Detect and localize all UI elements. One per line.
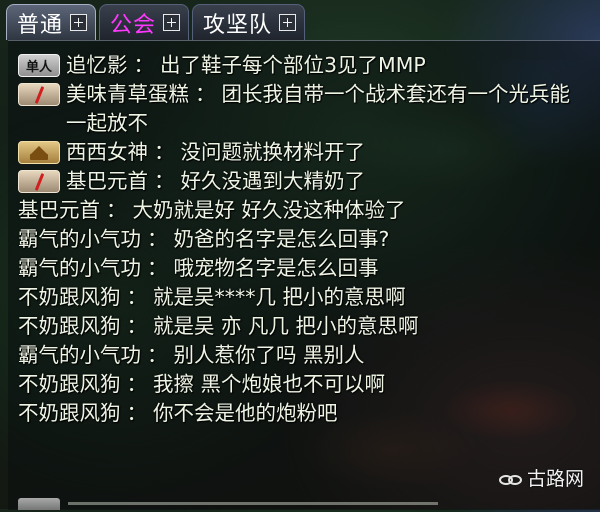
chat-message: 霸气的小气功：哦宠物名字是怎么回事 (18, 254, 600, 283)
message-separator: ： (154, 140, 175, 164)
tab-normal[interactable]: 普通 (6, 4, 97, 40)
chat-message: 单人 追忆影：出了鞋子每个部位3见了MMP (18, 51, 600, 80)
message-body: 美味青草蛋糕：团长我自带一个战术套还有一个光兵能一起放不 (66, 80, 576, 138)
message-sender[interactable]: 追忆影 (66, 53, 128, 77)
message-content: 好久没遇到大精奶了 (180, 169, 366, 193)
message-sender[interactable]: 基巴元首 (18, 198, 100, 222)
slash-icon (32, 174, 46, 190)
message-body: 不奶跟风狗：我擦 黑个炮娘也不可以啊 (18, 370, 385, 399)
message-sender[interactable]: 不奶跟风狗 (18, 372, 121, 396)
plus-icon[interactable] (163, 14, 181, 31)
plus-icon[interactable] (279, 14, 297, 31)
message-content: 大奶就是好 好久没这种体验了 (132, 198, 406, 222)
message-separator: ： (147, 343, 168, 367)
solo-badge: 单人 (18, 54, 60, 77)
message-body: 霸气的小气功：别人惹你了吗 黑别人 (18, 341, 365, 370)
message-content: 别人惹你了吗 黑别人 (173, 343, 365, 367)
message-separator: ： (126, 372, 148, 396)
message-body: 不奶跟风狗：就是吴 亦 凡几 把小的意思啊 (18, 312, 419, 341)
message-body: 基巴元首：好久没遇到大精奶了 (66, 167, 365, 196)
crown-icon (30, 145, 48, 160)
chat-message: 不奶跟风狗：我擦 黑个炮娘也不可以啊 (18, 370, 600, 399)
tab-raid-party-label: 攻坚队 (203, 12, 273, 38)
message-sender[interactable]: 基巴元首 (66, 169, 148, 193)
message-content: 我擦 黑个炮娘也不可以啊 (153, 372, 386, 396)
message-body: 追忆影：出了鞋子每个部位3见了MMP (66, 51, 426, 80)
message-sender[interactable]: 美味青草蛋糕 (66, 82, 189, 106)
message-sender[interactable]: 霸气的小气功 (18, 227, 141, 251)
message-separator: ： (126, 314, 148, 338)
chat-message: 基巴元首：好久没遇到大精奶了 (18, 167, 600, 196)
chat-panel[interactable]: 单人 追忆影：出了鞋子每个部位3见了MMP 美味青草蛋糕：团长我自带一个战术套还… (8, 40, 600, 510)
team-badge (18, 170, 60, 193)
chat-message: 不奶跟风狗：就是吴 亦 凡几 把小的意思啊 (18, 312, 600, 341)
chat-message-list: 单人 追忆影：出了鞋子每个部位3见了MMP 美味青草蛋糕：团长我自带一个战术套还… (18, 51, 600, 428)
message-sender[interactable]: 不奶跟风狗 (18, 314, 121, 338)
chat-message: 不奶跟风狗：你不会是他的炮粉吧 (18, 399, 600, 428)
chat-message: 基巴元首：大奶就是好 好久没这种体验了 (18, 196, 600, 225)
message-separator: ： (106, 198, 127, 222)
message-separator: ： (147, 256, 168, 280)
tab-guild-label: 公会 (110, 12, 157, 38)
message-separator: ： (195, 82, 216, 106)
message-content: 哦宠物名字是怎么回事 (173, 256, 379, 280)
message-sender[interactable]: 霸气的小气功 (18, 343, 141, 367)
message-separator: ： (154, 169, 175, 193)
message-content: 没问题就换材料开了 (180, 140, 366, 164)
message-separator: ： (126, 401, 148, 425)
tab-guild[interactable]: 公会 (99, 4, 190, 40)
plus-icon[interactable] (70, 14, 88, 31)
message-content: 就是吴****几 把小的意思啊 (153, 285, 406, 309)
message-body: 不奶跟风狗：你不会是他的炮粉吧 (18, 399, 338, 428)
chat-message: 西西女神：没问题就换材料开了 (18, 138, 600, 167)
chat-message: 霸气的小气功：奶爸的名字是怎么回事? (18, 225, 600, 254)
solo-badge (18, 498, 60, 510)
watermark-logo-icon (498, 471, 523, 485)
message-body: 西西女神：没问题就换材料开了 (66, 138, 365, 167)
tab-raid-party[interactable]: 攻坚队 (192, 4, 306, 40)
message-body: 霸气的小气功：奶爸的名字是怎么回事? (18, 225, 389, 254)
message-body (68, 502, 438, 505)
site-watermark: 古路网 (498, 464, 584, 491)
watermark-text: 古路网 (526, 468, 584, 490)
message-sender[interactable]: 不奶跟风狗 (18, 401, 121, 425)
message-separator: ： (133, 53, 155, 77)
chat-message: 不奶跟风狗：就是吴****几 把小的意思啊 (18, 283, 600, 312)
message-body: 基巴元首：大奶就是好 好久没这种体验了 (18, 196, 406, 225)
message-content: 出了鞋子每个部位3见了MMP (160, 53, 426, 77)
message-separator: ： (147, 227, 168, 251)
guild-badge (18, 141, 60, 164)
cut-off-chat-message (0, 492, 438, 512)
slash-icon (32, 87, 46, 103)
message-sender[interactable]: 不奶跟风狗 (18, 285, 121, 309)
message-sender[interactable]: 霸气的小气功 (18, 256, 141, 280)
chat-tab-bar: 普通 公会 攻坚队 (0, 0, 600, 40)
message-sender[interactable]: 西西女神 (66, 140, 148, 164)
message-content: 你不会是他的炮粉吧 (153, 401, 338, 425)
tab-normal-label: 普通 (17, 12, 64, 38)
message-body: 霸气的小气功：哦宠物名字是怎么回事 (18, 254, 379, 283)
chat-message: 美味青草蛋糕：团长我自带一个战术套还有一个光兵能一起放不 (18, 80, 600, 138)
chat-message: 霸气的小气功：别人惹你了吗 黑别人 (18, 341, 600, 370)
solo-badge-label: 单人 (25, 60, 52, 75)
message-separator: ： (126, 285, 148, 309)
message-content: 就是吴 亦 凡几 把小的意思啊 (153, 314, 419, 338)
message-content: 奶爸的名字是怎么回事? (173, 227, 390, 251)
message-body: 不奶跟风狗：就是吴****几 把小的意思啊 (18, 283, 406, 312)
team-badge (18, 83, 60, 106)
